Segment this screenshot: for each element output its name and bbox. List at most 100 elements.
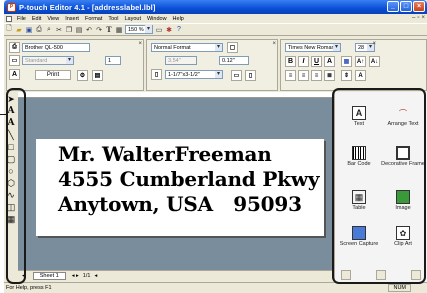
text-tool-icon[interactable]: T	[105, 25, 114, 34]
print-options-icon[interactable]: ⚙	[77, 70, 88, 81]
freehand-tool-icon[interactable]: ∿	[6, 190, 16, 200]
length-field[interactable]: 3.54"	[165, 56, 197, 65]
copies-field[interactable]: 1	[105, 56, 121, 65]
label-text-name[interactable]: Mr. WalterFreeman	[58, 142, 272, 166]
menu-file[interactable]: File	[14, 16, 29, 22]
label-text-street[interactable]: 4555 Cumberland Pkwy	[58, 167, 319, 191]
arrange-text-tool-icon[interactable]: A	[6, 118, 16, 128]
polygon-tool-icon[interactable]: ⬡	[6, 178, 16, 188]
format-select[interactable]: Normal Format ▾	[151, 43, 223, 52]
document-icon[interactable]	[6, 15, 12, 22]
panel-item-text[interactable]: A Text	[337, 106, 381, 127]
menu-insert[interactable]: Insert	[62, 16, 82, 22]
font-dock-close-icon[interactable]: ×	[372, 41, 376, 47]
rounded-rectangle-tool-icon[interactable]: ▢	[6, 154, 16, 164]
text-icon: A	[352, 106, 366, 120]
copy-icon[interactable]: ❐	[65, 25, 74, 34]
label-size-value: 1-1/7"x3-1/2"	[168, 72, 200, 78]
scroll-left-icon[interactable]: ◂	[94, 273, 97, 279]
vertical-text-icon[interactable]: ⇕	[341, 70, 352, 81]
printer-dock-close-icon[interactable]: ×	[138, 41, 142, 47]
printer-select[interactable]: Brother QL-500	[22, 43, 90, 52]
select-arrow-icon[interactable]: ➤	[6, 94, 16, 104]
text-effect-icon[interactable]: ▦	[341, 56, 352, 67]
line-tool-icon[interactable]: ╲	[6, 130, 16, 140]
doc-close-icon[interactable]: ×	[421, 15, 425, 21]
redo-icon[interactable]: ↷	[95, 25, 104, 34]
print-settings-icon[interactable]: ▤	[92, 70, 103, 81]
sheet-tab[interactable]: Sheet 1	[32, 271, 66, 280]
minimize-button[interactable]: _	[387, 1, 399, 12]
cut-icon[interactable]: ✂	[55, 25, 64, 34]
window-controls: _ □ ×	[387, 1, 425, 12]
paste-icon[interactable]: ▤	[75, 25, 84, 34]
format-dock-close-icon[interactable]: ×	[272, 41, 276, 47]
label-text-city[interactable]: Anytown, USA 95093	[58, 192, 302, 216]
text-property-icon[interactable]: A	[9, 69, 20, 80]
bold-button[interactable]: B	[285, 56, 296, 67]
panel-mode-database-icon[interactable]	[411, 270, 421, 280]
font-shrink-icon[interactable]: A↓	[369, 56, 380, 67]
orientation-icon[interactable]: ▯	[151, 69, 162, 80]
font-grow-icon[interactable]: A↑	[355, 56, 366, 67]
settings-icon[interactable]: ✱	[165, 25, 174, 34]
doc-restore-icon[interactable]: ▫	[417, 15, 419, 21]
help-icon[interactable]: ?	[175, 25, 184, 34]
table-tool-icon[interactable]: ▦	[6, 214, 16, 224]
title-bar[interactable]: P P-touch Editor 4.1 - [addresslabel.lbl…	[4, 0, 427, 14]
panel-item-table[interactable]: ▦ Table	[337, 190, 381, 211]
p-touch-app-icon[interactable]: P	[7, 2, 16, 12]
panel-item-bar-code[interactable]: Bar Code	[337, 146, 381, 167]
panel-item-arrange-text[interactable]: ⌒ Arrange Text	[381, 106, 425, 128]
sheet-prev-icon[interactable]: ◂	[22, 273, 25, 279]
print-preview-icon[interactable]: ⌕	[45, 25, 54, 34]
maximize-button[interactable]: □	[400, 1, 412, 12]
align-center-icon[interactable]: ≡	[298, 70, 309, 81]
label-canvas[interactable]: Mr. WalterFreeman 4555 Cumberland Pkwy A…	[36, 139, 324, 236]
margin-field[interactable]: 0.12"	[219, 56, 249, 65]
zoom-fit-icon[interactable]: ▭	[155, 25, 164, 34]
new-file-icon[interactable]: 🗋	[5, 25, 14, 34]
italic-button[interactable]: I	[298, 56, 309, 67]
printer-properties-icon[interactable]: ⎙	[9, 42, 20, 53]
save-icon[interactable]: ▣	[25, 25, 34, 34]
close-button[interactable]: ×	[413, 1, 425, 12]
outline-button[interactable]: A	[324, 56, 335, 67]
ellipse-tool-icon[interactable]: ○	[6, 166, 16, 176]
menu-tool[interactable]: Tool	[105, 16, 121, 22]
menu-format[interactable]: Format	[82, 16, 105, 22]
panel-item-clip-art[interactable]: ✿ Clip Art	[381, 226, 425, 247]
align-left-icon[interactable]: ≡	[285, 70, 296, 81]
doc-minimize-icon[interactable]: –	[412, 15, 415, 21]
portrait-icon[interactable]: ▯	[245, 70, 256, 81]
undo-icon[interactable]: ↶	[85, 25, 94, 34]
panel-item-screen-capture[interactable]: Screen Capture	[337, 226, 381, 247]
align-justify-icon[interactable]: ≣	[324, 70, 335, 81]
landscape-icon[interactable]: ▭	[231, 70, 242, 81]
label-size-select[interactable]: 1-1/7"x3-1/2" ▾	[165, 70, 223, 79]
open-folder-icon[interactable]: ▰	[15, 25, 24, 34]
menu-edit[interactable]: Edit	[29, 16, 44, 22]
font-select[interactable]: Times New Roman ▾	[285, 43, 341, 52]
sheet-nav-icon[interactable]: ◂ ▸	[72, 273, 79, 279]
panel-item-decorative-frame[interactable]: Decorative Frame	[381, 146, 425, 167]
format-options-icon[interactable]: ▢	[227, 42, 238, 53]
panel-item-image[interactable]: Image	[381, 190, 425, 211]
text-direction-icon[interactable]: A	[355, 70, 366, 81]
menu-layout[interactable]: Layout	[121, 16, 144, 22]
menu-window[interactable]: Window	[144, 16, 170, 22]
media-size-select[interactable]: Standard ▾	[22, 56, 74, 65]
frame-tool-icon[interactable]: ◫	[6, 202, 16, 212]
grid-icon[interactable]: ▦	[115, 25, 124, 34]
panel-mode-draw-icon[interactable]	[341, 270, 351, 280]
underline-button[interactable]: U	[311, 56, 322, 67]
panel-mode-layout-icon[interactable]	[376, 270, 386, 280]
media-icon[interactable]: ▭	[9, 55, 20, 66]
print-button[interactable]: Print	[35, 70, 71, 80]
menu-help[interactable]: Help	[170, 16, 187, 22]
menu-view[interactable]: View	[44, 16, 62, 22]
print-icon[interactable]: ⎙	[35, 25, 44, 34]
rectangle-tool-icon[interactable]: □	[6, 142, 16, 152]
align-right-icon[interactable]: ≡	[311, 70, 322, 81]
zoom-select[interactable]: 150 %	[125, 25, 153, 34]
